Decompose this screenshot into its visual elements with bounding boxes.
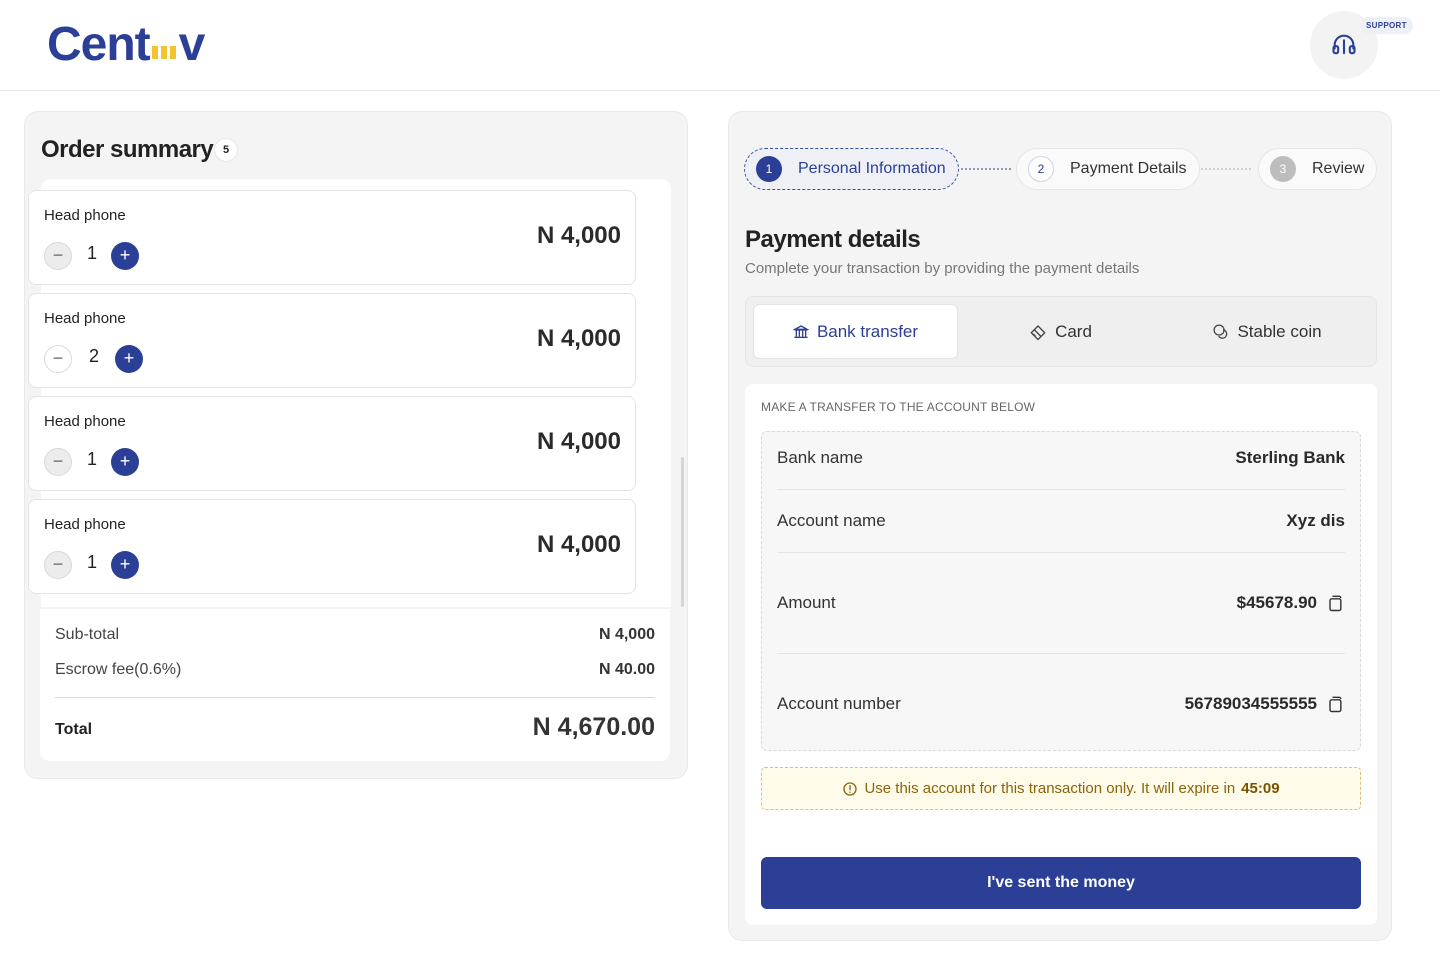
step-number: 3 — [1270, 156, 1296, 182]
item-quantity: 2 — [88, 346, 99, 366]
bank-transfer-details: MAKE A TRANSFER TO THE ACCOUNT BELOW Ban… — [745, 384, 1377, 925]
card-icon — [1030, 324, 1046, 340]
tab-card[interactable]: Card — [958, 304, 1163, 359]
row-divider — [777, 653, 1345, 654]
increase-quantity-button[interactable]: + — [111, 242, 139, 270]
tab-label: Card — [1055, 321, 1092, 341]
tab-bank-transfer[interactable]: Bank transfer — [753, 304, 958, 359]
support-label: SUPPORT — [1360, 17, 1413, 34]
account-number-row: Account number 56789034555555 — [777, 694, 1345, 714]
decrease-quantity-button[interactable]: − — [44, 551, 72, 579]
item-quantity: 1 — [86, 449, 97, 469]
expiry-timer: 45:09 — [1241, 780, 1280, 797]
tab-label: Stable coin — [1237, 321, 1322, 341]
order-item: Head phone − 2 + N 4,000 — [28, 293, 636, 388]
amount-row: Amount $45678.90 — [777, 593, 1345, 613]
step-payment-details[interactable]: 2 Payment Details — [1016, 148, 1200, 190]
logo-text-right: v — [178, 18, 206, 71]
step-review[interactable]: 3 Review — [1258, 148, 1378, 190]
order-item: Head phone − 1 + N 4,000 — [28, 190, 636, 285]
notice-text: Use this account for this transaction on… — [864, 780, 1236, 797]
step-number: 2 — [1028, 156, 1054, 182]
amount-value: $45678.90 — [1236, 593, 1317, 612]
item-name: Head phone — [44, 413, 126, 430]
account-name-row: Account name Xyz dis — [777, 511, 1345, 531]
bank-name-value: Sterling Bank — [1235, 448, 1345, 467]
item-price: N 4,000 — [536, 428, 621, 455]
step-personal-information[interactable]: 1 Personal Information — [744, 148, 959, 190]
bank-name-label: Bank name — [777, 448, 863, 467]
item-name: Head phone — [44, 207, 126, 224]
step-label: Payment Details — [1070, 160, 1187, 177]
account-details-card: Bank name Sterling Bank Account name Xyz… — [761, 431, 1361, 751]
top-header: Cent v SUPPORT — [0, 0, 1440, 91]
payment-details-title: Payment details — [745, 226, 921, 253]
step-label: Review — [1312, 160, 1365, 177]
sent-money-button[interactable]: I've sent the money — [761, 857, 1361, 909]
account-name-label: Account name — [777, 511, 886, 530]
item-price: N 4,000 — [536, 222, 621, 249]
copy-account-number-icon[interactable] — [1325, 694, 1345, 714]
centiiv-logo[interactable]: Cent v — [47, 18, 206, 71]
payment-method-tabs: Bank transfer Card Stable coin — [745, 296, 1377, 367]
account-number-label: Account number — [777, 694, 901, 713]
step-connector — [961, 168, 1011, 170]
item-price: N 4,000 — [536, 531, 621, 558]
item-quantity: 1 — [86, 243, 97, 263]
item-price: N 4,000 — [536, 325, 621, 352]
logo-text-left: Cent — [47, 18, 151, 71]
increase-quantity-button[interactable]: + — [115, 345, 143, 373]
decrease-quantity-button[interactable]: − — [44, 345, 72, 373]
order-item: Head phone − 1 + N 4,000 — [28, 499, 636, 594]
info-icon — [843, 781, 858, 796]
decrease-quantity-button[interactable]: − — [44, 242, 72, 270]
increase-quantity-button[interactable]: + — [111, 551, 139, 579]
step-number: 1 — [756, 156, 782, 182]
account-name-value: Xyz dis — [1286, 511, 1345, 530]
tab-label: Bank transfer — [816, 321, 919, 341]
logo-bars — [151, 46, 176, 59]
row-divider — [777, 489, 1345, 490]
decrease-quantity-button[interactable]: − — [44, 448, 72, 476]
order-item: Head phone − 1 + N 4,000 — [28, 396, 636, 491]
step-label: Personal Information — [798, 160, 946, 177]
order-item-count-badge: 5 — [214, 138, 238, 162]
bank-icon — [792, 324, 809, 338]
item-quantity: 1 — [86, 552, 97, 572]
headset-icon — [1332, 34, 1356, 55]
item-name: Head phone — [44, 310, 126, 327]
payment-panel: 1 Personal Information 2 Payment Details… — [728, 111, 1392, 941]
order-list-scrollbar[interactable] — [681, 457, 684, 607]
bank-name-row: Bank name Sterling Bank — [777, 448, 1345, 468]
expiry-notice: Use this account for this transaction on… — [761, 767, 1361, 810]
order-summary-title: Order summary — [41, 136, 214, 163]
account-number-value: 56789034555555 — [1184, 694, 1317, 713]
row-divider — [777, 552, 1345, 553]
step-connector — [1201, 168, 1251, 170]
increase-quantity-button[interactable]: + — [111, 448, 139, 476]
transfer-instructions: MAKE A TRANSFER TO THE ACCOUNT BELOW — [761, 400, 1036, 414]
coin-icon — [1213, 324, 1228, 339]
copy-amount-icon[interactable] — [1325, 593, 1345, 613]
item-name: Head phone — [44, 516, 126, 533]
payment-details-subtitle: Complete your transaction by providing t… — [745, 260, 1140, 277]
tab-stable-coin[interactable]: Stable coin — [1163, 304, 1371, 359]
amount-label: Amount — [777, 593, 836, 612]
